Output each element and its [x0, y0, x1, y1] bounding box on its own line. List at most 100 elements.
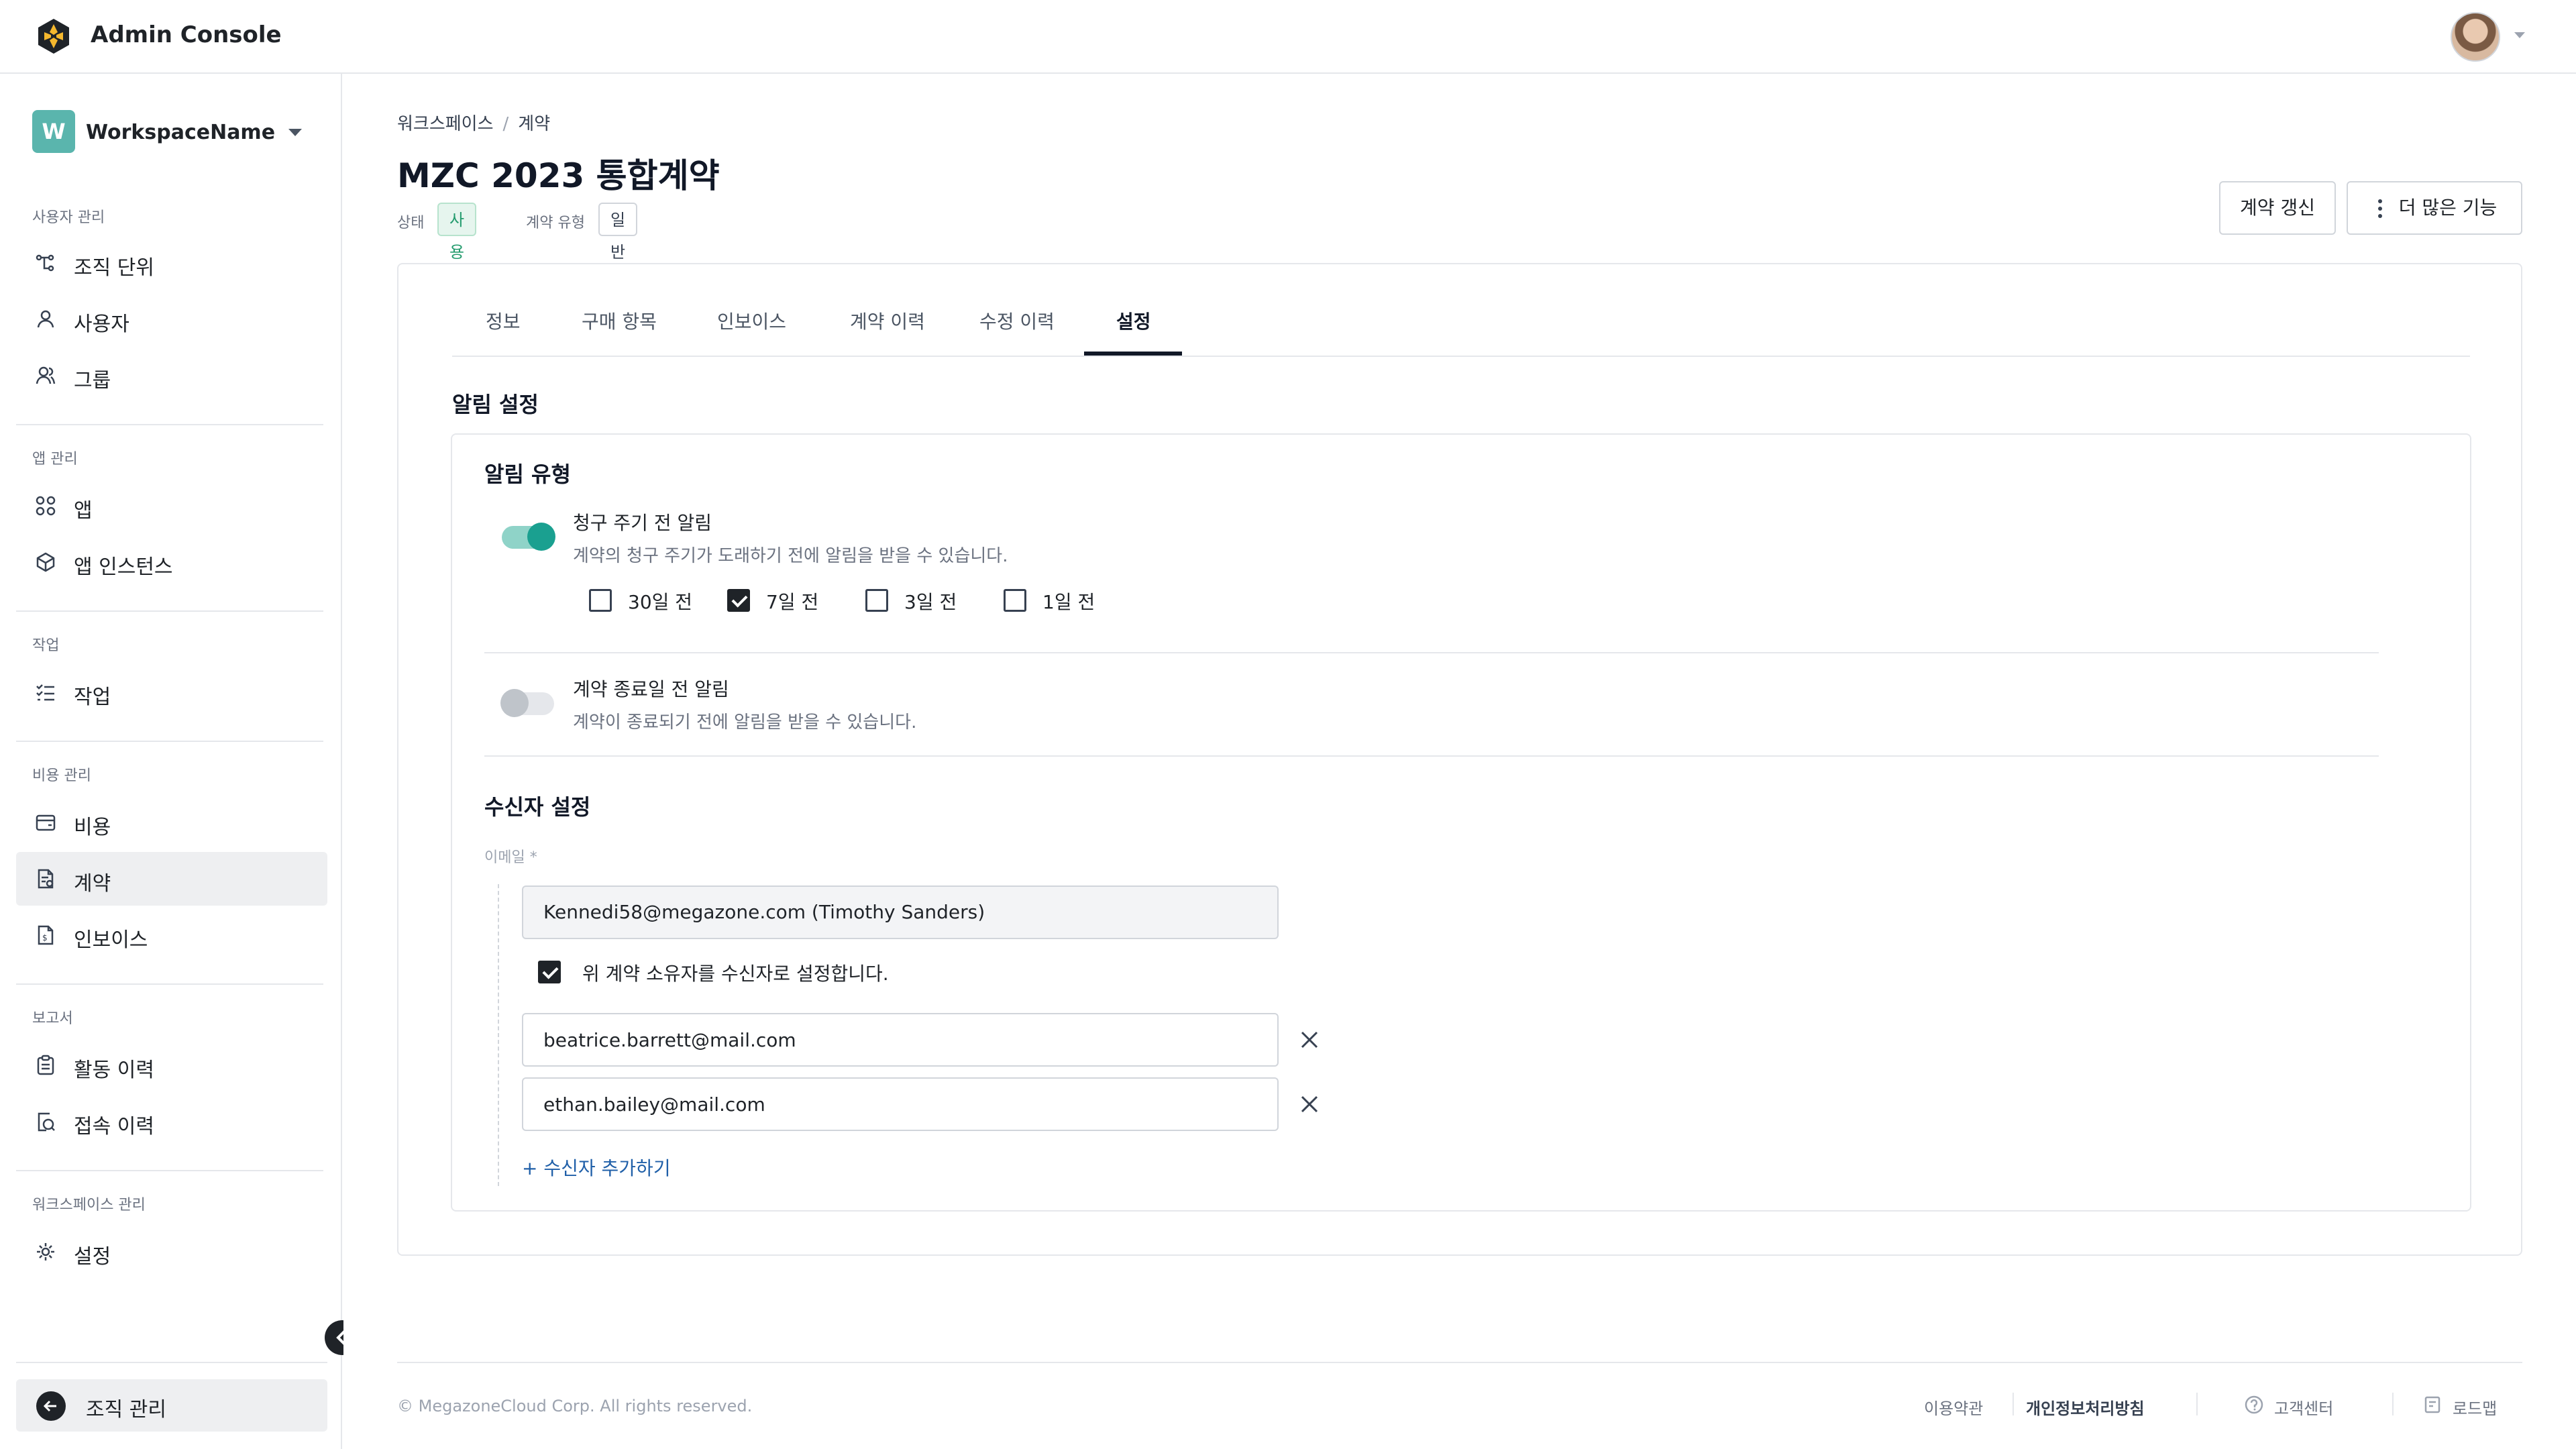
user-avatar[interactable] [2451, 12, 2500, 62]
chevron-down-icon[interactable] [2514, 32, 2525, 38]
help-circle-icon [2245, 1395, 2263, 1414]
tab-purchase-items[interactable]: 구매 항목 [582, 307, 657, 334]
status-label: 상태 [397, 215, 425, 231]
sidebar-item-label: 설정 [74, 1245, 111, 1269]
end-notification-title: 계약 종료일 전 알림 [573, 678, 729, 700]
sidebar-section-label: 작업 [32, 637, 60, 654]
sidebar-divider [16, 610, 323, 612]
sidebar-item-label: 사용자 [74, 313, 129, 336]
contract-settings-card: 정보 구매 항목 인보이스 계약 이력 수정 이력 설정 알림 설정 알림 유형… [397, 263, 2522, 1256]
footer-privacy-link[interactable]: 개인정보처리방침 [2026, 1395, 2145, 1419]
sidebar-item-apps[interactable]: 앱 [16, 479, 327, 533]
breadcrumb-separator: / [502, 114, 509, 134]
billing-notification-toggle[interactable] [502, 523, 555, 551]
footer-roadmap-link[interactable]: 로드맵 [2453, 1395, 2497, 1419]
tab-settings[interactable]: 설정 [1116, 307, 1151, 334]
invoice-icon: $ [38, 925, 54, 945]
sidebar-divider [16, 424, 323, 425]
recipient-email-input[interactable] [522, 1077, 1279, 1131]
sidebar-item-org-unit[interactable]: 조직 단위 [16, 236, 327, 290]
add-recipient-link[interactable]: + 수신자 추가하기 [522, 1154, 671, 1181]
sidebar-section-label: 앱 관리 [32, 451, 78, 468]
footer-separator [2392, 1393, 2394, 1415]
billing-notification-title: 청구 주기 전 알림 [573, 512, 712, 534]
sidebar-item-invoices[interactable]: $ 인보이스 [16, 908, 327, 962]
group-icon [36, 366, 56, 384]
sidebar-item-app-instances[interactable]: 앱 인스턴스 [16, 535, 327, 589]
sidebar-item-activity-history[interactable]: 활동 이력 [16, 1038, 327, 1092]
email-field-label: 이메일 * [484, 849, 537, 866]
breadcrumb: 워크스페이스 / 계약 [397, 110, 550, 135]
cube-icon [36, 552, 55, 572]
option-30-days-checkbox[interactable] [589, 589, 612, 612]
option-30-days-label: 30일 전 [628, 591, 693, 613]
owner-recipient-label: 위 계약 소유자를 수신자로 설정합니다. [582, 963, 889, 985]
main-content: 워크스페이스/계약 MZC 2023 통합계약 상태 사용중 계약 유형 일반 … [343, 74, 2576, 1449]
option-7-days-checkbox[interactable] [727, 589, 750, 612]
admin-console-logo-icon [38, 19, 69, 54]
option-1-day-checkbox[interactable] [1004, 589, 1026, 612]
close-icon[interactable] [1299, 1093, 1320, 1115]
breadcrumb-item-workspace[interactable]: 워크스페이스 [397, 114, 494, 134]
divider [484, 755, 2379, 757]
sidebar-section-label: 워크스페이스 관리 [32, 1197, 146, 1214]
footer-terms-link[interactable]: 이용약관 [1924, 1395, 1983, 1419]
billing-notification-desc: 계약의 청구 주기가 도래하기 전에 알림을 받을 수 있습니다. [573, 546, 1008, 566]
sidebar-item-label: 조직 단위 [74, 256, 154, 280]
option-7-days-label: 7일 전 [766, 591, 819, 613]
sidebar-item-users[interactable]: 사용자 [16, 292, 327, 346]
workspace-badge: W [32, 110, 75, 153]
chevron-down-icon [288, 129, 302, 136]
contract-icon [38, 869, 54, 889]
renew-contract-button[interactable]: 계약 갱신 [2219, 181, 2336, 235]
sidebar-divider [16, 1170, 323, 1171]
footer-support-link[interactable]: 고객센터 [2274, 1395, 2333, 1419]
org-management-button[interactable]: 조직 관리 [16, 1379, 327, 1432]
access-history-icon [38, 1112, 55, 1132]
sidebar-item-contracts[interactable]: 계약 [16, 852, 327, 906]
close-icon[interactable] [1299, 1029, 1320, 1051]
option-3-days-checkbox[interactable] [865, 589, 888, 612]
sidebar-item-label: 접속 이력 [74, 1115, 154, 1138]
sidebar-divider [16, 983, 323, 985]
sidebar: W WorkspaceName 사용자 관리 조직 단위 사용자 그룹 앱 관리… [0, 74, 342, 1449]
owner-recipient-checkbox[interactable] [538, 961, 561, 983]
sidebar-item-label: 앱 [74, 499, 93, 523]
option-1-day-label: 1일 전 [1042, 591, 1095, 613]
footer-separator [2196, 1393, 2198, 1415]
workspace-selector[interactable]: W WorkspaceName [32, 110, 314, 154]
notification-type-title: 알림 유형 [484, 462, 571, 487]
kebab-menu-icon [2378, 199, 2382, 218]
top-bar: Admin Console [0, 0, 2576, 74]
status-badge: 사용중 [437, 203, 477, 294]
sidebar-item-groups[interactable]: 그룹 [16, 349, 327, 402]
recipient-email-input[interactable] [522, 1013, 1279, 1067]
active-tab-indicator [1084, 352, 1182, 356]
sidebar-section-label: 비용 관리 [32, 767, 91, 784]
gear-icon [37, 1243, 54, 1260]
more-actions-label: 더 많은 기능 [2398, 197, 2498, 219]
divider [484, 652, 2379, 653]
end-notification-desc: 계약이 종료되기 전에 알림을 받을 수 있습니다. [573, 712, 917, 733]
end-notification-toggle[interactable] [500, 689, 554, 717]
sidebar-item-settings[interactable]: 설정 [16, 1225, 327, 1279]
sidebar-item-tasks[interactable]: 작업 [16, 665, 327, 719]
checklist-icon [36, 684, 54, 701]
apps-grid-icon [36, 496, 56, 516]
sidebar-divider [16, 741, 323, 742]
more-actions-button[interactable]: 더 많은 기능 [2347, 181, 2522, 235]
recipient-group-line [498, 884, 499, 1186]
tab-contract-history[interactable]: 계약 이력 [850, 307, 925, 334]
sidebar-item-label: 활동 이력 [74, 1059, 154, 1082]
app-title: Admin Console [91, 21, 282, 48]
tab-info[interactable]: 정보 [486, 307, 521, 334]
tab-edit-history[interactable]: 수정 이력 [979, 307, 1055, 334]
breadcrumb-item-contract[interactable]: 계약 [518, 114, 550, 134]
sidebar-section-label: 보고서 [32, 1010, 73, 1027]
arrow-left-icon [36, 1391, 66, 1421]
tab-invoices[interactable]: 인보이스 [717, 307, 786, 334]
sidebar-item-costs[interactable]: 비용 [16, 796, 327, 849]
sidebar-item-label: 그룹 [74, 369, 111, 392]
contract-type-label: 계약 유형 [526, 215, 585, 231]
sidebar-item-access-history[interactable]: 접속 이력 [16, 1095, 327, 1148]
